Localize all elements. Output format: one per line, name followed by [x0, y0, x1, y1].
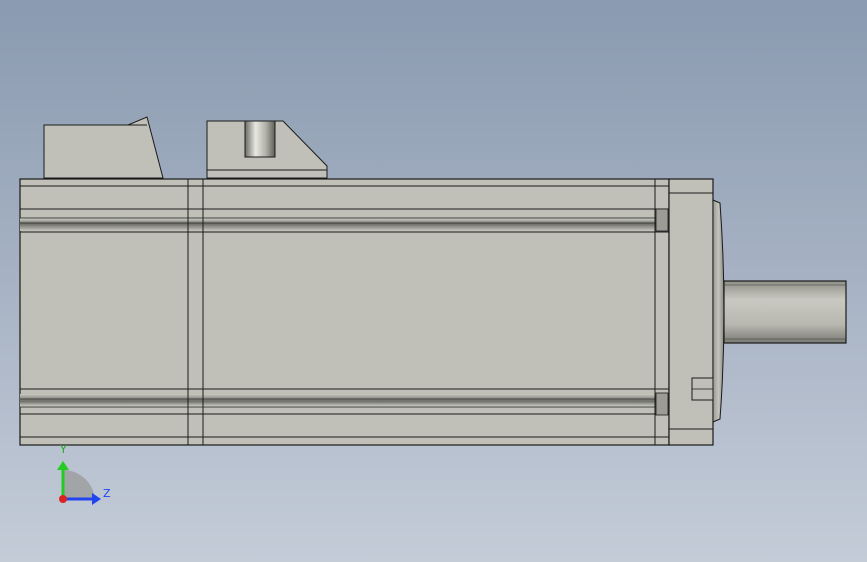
y-axis-arrow — [57, 461, 69, 470]
y-axis-label: Y — [59, 443, 67, 456]
motor-body — [19, 178, 670, 446]
cad-viewport[interactable]: Y Z — [0, 0, 867, 562]
pilot-boss — [712, 199, 725, 423]
z-axis-arrow — [92, 493, 101, 505]
axis-triad: Y Z — [57, 443, 111, 505]
power-connector — [43, 116, 164, 179]
connector-cylinder — [244, 120, 276, 158]
encoder-connector — [206, 120, 328, 179]
output-shaft — [723, 280, 847, 344]
top-groove — [20, 218, 669, 231]
bottom-groove — [20, 394, 669, 407]
x-axis-dot — [59, 495, 67, 503]
mounting-flange — [668, 178, 714, 446]
z-axis-label: Z — [103, 487, 111, 500]
